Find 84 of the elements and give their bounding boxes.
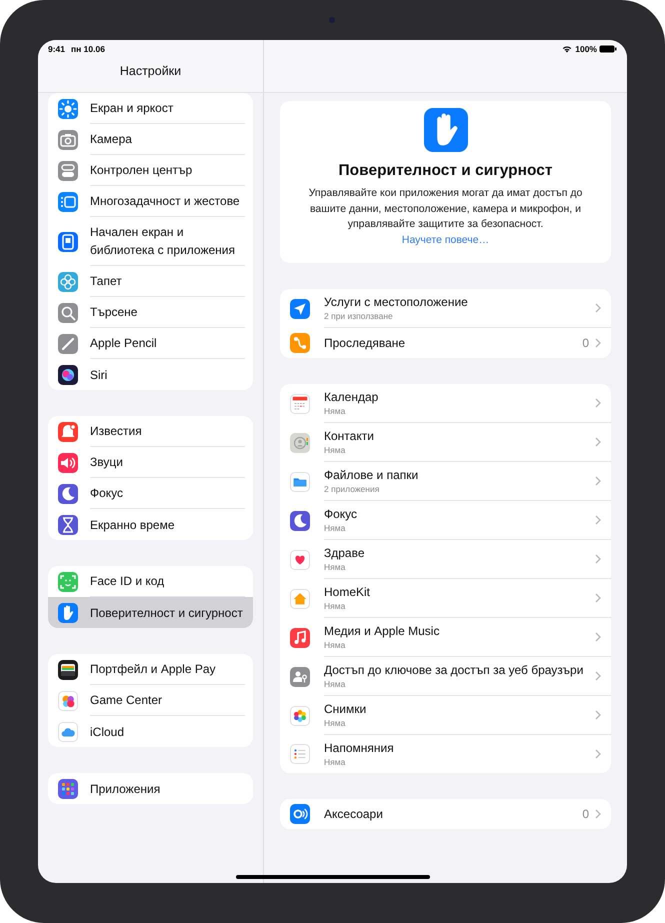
- settings-row[interactable]: HomeKit Няма: [280, 579, 611, 618]
- status-time: 9:41: [48, 44, 66, 54]
- battery-icon: [599, 45, 617, 53]
- hand-icon: [58, 602, 78, 622]
- cloud-icon: [58, 722, 78, 742]
- person-key-icon: [290, 666, 310, 686]
- sidebar-item[interactable]: Фокус: [48, 478, 253, 509]
- hand-icon: [424, 108, 468, 152]
- petals-icon: [290, 706, 310, 726]
- moon-icon: [58, 484, 78, 504]
- sidebar-item[interactable]: Камера: [48, 124, 253, 155]
- sidebar-item[interactable]: Известия: [48, 416, 253, 447]
- sidebar-item[interactable]: Тапет: [48, 266, 253, 297]
- moon-icon: [290, 510, 310, 530]
- search-icon: [58, 302, 78, 322]
- wallet-icon: [58, 660, 78, 680]
- description-text: Управлявайте кои приложения могат да имат достъп до вашите данни, местоположение, камера и микрофон, и управлявайте защитите за безопасност. Научете повече…: [308, 186, 584, 248]
- chevron-icon: [595, 303, 601, 313]
- camera-icon: [58, 130, 78, 150]
- pencil-icon: [58, 334, 78, 354]
- chevron-icon: [595, 710, 601, 720]
- chevron-icon: [595, 437, 601, 447]
- chevron-icon: [595, 515, 601, 525]
- wifi-icon: [562, 45, 572, 53]
- settings-row[interactable]: Фокус Няма: [280, 501, 611, 540]
- battery-percent: 100%: [575, 44, 597, 54]
- status-date: пн 10.06: [71, 44, 105, 54]
- chevron-icon: [595, 338, 601, 348]
- speaker-icon: [58, 452, 78, 472]
- settings-row[interactable]: Услуги с местоположение 2 при използване: [280, 289, 611, 328]
- settings-row[interactable]: Календар Няма: [280, 384, 611, 423]
- chevron-icon: [595, 749, 601, 759]
- sidebar-item[interactable]: Game Center: [48, 685, 253, 716]
- settings-row[interactable]: Аксесоари 0: [280, 799, 611, 829]
- settings-row[interactable]: Напомняния Няма: [280, 735, 611, 773]
- sun-icon: [58, 98, 78, 118]
- route-icon: [290, 333, 310, 353]
- chevron-icon: [595, 671, 601, 681]
- chevron-icon: [595, 809, 601, 819]
- learn-more-link[interactable]: Научете повече…: [402, 234, 490, 246]
- folder-icon: [290, 472, 310, 492]
- chevron-icon: [595, 476, 601, 486]
- sidebar-item[interactable]: Екран и яркост: [48, 93, 253, 124]
- tablet-icon: [58, 232, 78, 252]
- settings-row[interactable]: Проследяване 0: [280, 328, 611, 358]
- sidebar-item[interactable]: Звуци: [48, 447, 253, 478]
- toggles-icon: [58, 160, 78, 180]
- sidebar-item[interactable]: Приложения: [48, 773, 253, 804]
- page-title: Поверителност и сигурност: [338, 162, 552, 180]
- music-note-icon: [290, 628, 310, 648]
- sidebar-item[interactable]: iCloud: [48, 716, 253, 747]
- contact-card-icon: [290, 432, 310, 452]
- sidebar-item[interactable]: Екранно време: [48, 509, 253, 540]
- chevron-icon: [595, 398, 601, 408]
- sidebar-item[interactable]: Apple Pencil: [48, 328, 253, 359]
- settings-row[interactable]: Снимки Няма: [280, 696, 611, 735]
- bubbles-icon: [58, 690, 78, 710]
- windows-icon: [58, 192, 78, 212]
- settings-row[interactable]: Здраве Няма: [280, 540, 611, 579]
- sidebar-title: Настройки: [118, 64, 182, 78]
- bell-icon: [58, 422, 78, 442]
- orb-icon: [58, 364, 78, 384]
- sidebar-item[interactable]: Начален екран и библиотека с приложения: [48, 217, 253, 266]
- sidebar-item[interactable]: Контролен център: [48, 155, 253, 186]
- sidebar-item[interactable]: Многозадачност и жестове: [48, 186, 253, 217]
- hourglass-icon: [58, 514, 78, 534]
- settings-row[interactable]: Медия и Apple Music Няма: [280, 618, 611, 657]
- settings-row[interactable]: Достъп до ключове за достъп за уеб браузъри Няма: [280, 657, 611, 696]
- accessory-icon: [290, 804, 310, 824]
- chevron-icon: [595, 554, 601, 564]
- calendar-icon: [290, 394, 310, 414]
- face-icon: [58, 572, 78, 592]
- settings-row[interactable]: Файлове и папки 2 приложения: [280, 462, 611, 501]
- sidebar-item[interactable]: Siri: [48, 359, 253, 390]
- chevron-icon: [595, 593, 601, 603]
- sidebar-item[interactable]: Поверителност и сигурност: [48, 597, 253, 628]
- list-icon: [290, 744, 310, 764]
- grid-icon: [58, 778, 78, 798]
- sidebar-item[interactable]: Портфейл и Apple Pay: [48, 654, 253, 685]
- chevron-icon: [595, 632, 601, 642]
- sidebar-item[interactable]: Търсене: [48, 297, 253, 328]
- settings-row[interactable]: Контакти Няма: [280, 423, 611, 462]
- house-icon: [290, 588, 310, 608]
- flower-icon: [58, 272, 78, 292]
